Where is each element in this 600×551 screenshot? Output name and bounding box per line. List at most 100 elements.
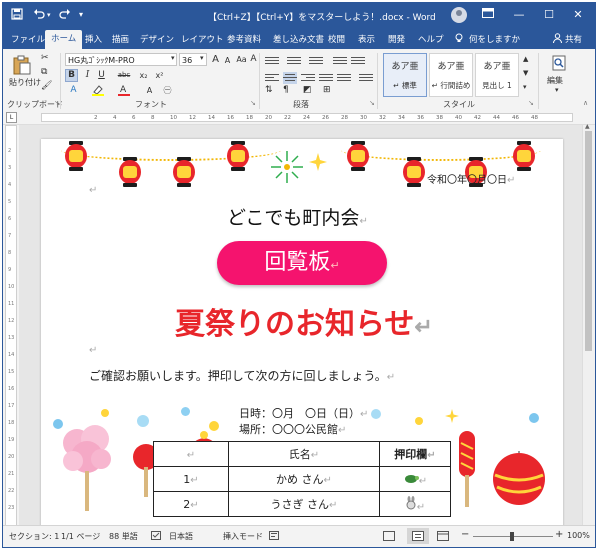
distributed-icon[interactable]	[337, 72, 351, 84]
editing-dropdown-icon[interactable]: ▾	[555, 86, 559, 94]
underline-button[interactable]: U	[95, 69, 108, 82]
find-icon[interactable]	[551, 55, 567, 74]
word-count[interactable]: 88 単語	[109, 531, 138, 542]
macro-record-icon[interactable]	[269, 531, 279, 542]
tab-draw[interactable]: 描画	[112, 33, 129, 45]
stamp-table[interactable]: ↵ 氏名↵ 押印欄↵ 1↵ かめ さん↵ ↵ 2↵ うさぎ さん↵ ↵	[153, 441, 451, 517]
scroll-up-icon[interactable]: ▲	[585, 123, 590, 130]
style-no-spacing[interactable]: あア亜 ↵ 行間詰め	[429, 53, 473, 97]
tab-file[interactable]: ファイル	[11, 33, 45, 45]
font-name-combobox[interactable]: HG丸ｺﾞｼｯｸM-PRO	[65, 53, 177, 66]
close-icon[interactable]: ✕	[569, 7, 587, 23]
focus-mode-icon[interactable]	[383, 531, 395, 543]
align-center-icon[interactable]	[283, 72, 297, 84]
tab-view[interactable]: 表示	[358, 33, 375, 45]
horizontal-ruler[interactable]: L 2 4 6 8 10 12 14 16 18 20 22 24 26 28 30 32 34 36 38 40 42…	[3, 111, 595, 125]
shading-icon[interactable]: ◩	[303, 85, 312, 95]
body-text[interactable]: ご確認お願いします。押印して次の方に回しましょう。↵	[89, 367, 395, 384]
font-color-icon[interactable]: A	[117, 84, 130, 97]
clipboard-launcher-icon[interactable]: ↘	[54, 99, 60, 107]
undo-icon[interactable]	[33, 8, 45, 23]
table-cell[interactable]: 1↵	[153, 466, 229, 492]
date-text[interactable]: 令和〇年〇月〇日↵	[427, 171, 515, 186]
maximize-icon[interactable]: ☐	[540, 7, 558, 23]
document-area[interactable]: 令和〇年〇月〇日↵ ↵ どこでも町内会↵ 回覧板↵ 夏祭りのお知らせ↵ ↵ ご確…	[19, 125, 585, 527]
avatar[interactable]	[451, 7, 467, 23]
tab-mailings[interactable]: 差し込み文書	[273, 33, 324, 45]
zoom-level[interactable]: 100%	[567, 531, 590, 540]
minimize-icon[interactable]: —	[510, 7, 528, 23]
shrink-font-button[interactable]: A	[221, 54, 234, 67]
font-launcher-icon[interactable]: ↘	[250, 99, 256, 107]
tab-insert[interactable]: 挿入	[85, 33, 102, 45]
cut-icon[interactable]: ✂	[41, 53, 49, 63]
table-header-cell[interactable]: 氏名↵	[228, 441, 380, 467]
text-effects-icon[interactable]: A	[67, 84, 80, 97]
document-page[interactable]: 令和〇年〇月〇日↵ ↵ どこでも町内会↵ 回覧板↵ 夏祭りのお知らせ↵ ↵ ご確…	[41, 139, 563, 527]
circular-badge[interactable]: 回覧板↵	[217, 241, 387, 285]
show-formatting-icon[interactable]: ¶	[283, 85, 289, 95]
tell-me-search[interactable]: 何をしますか	[469, 33, 520, 45]
editing-button[interactable]: 編集	[547, 75, 563, 86]
styles-more-icon[interactable]: ▾	[523, 83, 527, 91]
decrease-indent-icon[interactable]	[333, 55, 347, 67]
proofing-icon[interactable]	[151, 531, 161, 542]
styles-scroll-up-icon[interactable]: ▲	[523, 55, 528, 63]
collapse-ribbon-icon[interactable]: ∧	[583, 99, 588, 107]
zoom-in-button[interactable]: +	[555, 529, 563, 540]
zoom-slider-thumb[interactable]	[510, 532, 514, 541]
vertical-ruler[interactable]: 2 3 4 5 6 7 8 9 10 11 12 13 14 15 16 17 18 19 20 21 22 23	[5, 125, 17, 527]
org-name[interactable]: どこでも町内会↵	[227, 203, 368, 230]
align-right-icon[interactable]	[301, 72, 315, 84]
tab-help[interactable]: ヘルプ	[418, 33, 444, 45]
page-indicator[interactable]: 1/1 ページ	[61, 531, 100, 542]
multilevel-list-icon[interactable]	[309, 55, 323, 67]
tab-review[interactable]: 校閲	[328, 33, 345, 45]
bold-button[interactable]: B	[65, 69, 78, 82]
styles-launcher-icon[interactable]: ↘	[528, 99, 534, 107]
font-name-dropdown-icon[interactable]: ▾	[171, 54, 175, 62]
event-date[interactable]: 日時：〇月 〇日（日）↵	[239, 405, 368, 421]
italic-button[interactable]: I	[81, 69, 94, 82]
font-size-dropdown-icon[interactable]: ▾	[200, 54, 204, 62]
align-left-icon[interactable]	[265, 72, 279, 84]
ribbon-display-icon[interactable]	[479, 7, 497, 23]
tab-layout[interactable]: レイアウト	[181, 33, 224, 45]
tab-home[interactable]: ホーム	[45, 30, 83, 49]
style-normal[interactable]: あア亜 ↵ 標準	[383, 53, 427, 97]
language-indicator[interactable]: 日本語	[169, 531, 193, 542]
numbering-icon[interactable]	[287, 55, 301, 67]
table-header-cell[interactable]: ↵	[153, 441, 229, 467]
copy-icon[interactable]: ⧉	[41, 67, 47, 77]
paragraph-launcher-icon[interactable]: ↘	[369, 99, 375, 107]
paste-button[interactable]: 貼り付け	[9, 77, 41, 88]
line-spacing-icon[interactable]	[359, 72, 373, 84]
highlight-icon[interactable]	[91, 84, 104, 97]
share-button[interactable]: 共有	[565, 33, 582, 45]
increase-indent-icon[interactable]	[351, 55, 365, 67]
superscript-button[interactable]: x²	[153, 69, 166, 82]
table-cell[interactable]: 2↵	[153, 491, 229, 517]
format-painter-icon[interactable]: 🖌	[41, 81, 52, 91]
customize-qat-icon[interactable]: ▾	[79, 10, 83, 19]
table-cell[interactable]: ↵	[379, 491, 451, 517]
print-layout-icon[interactable]	[407, 528, 429, 544]
tab-references[interactable]: 参考資料	[227, 33, 261, 45]
tab-selector-icon[interactable]: L	[6, 112, 17, 123]
style-heading-1[interactable]: あア亜 見出し 1	[475, 53, 519, 97]
enclosed-char-icon[interactable]: ㊀	[161, 84, 174, 97]
redo-icon[interactable]	[59, 8, 71, 23]
tab-developer[interactable]: 開発	[388, 33, 405, 45]
table-header-cell[interactable]: 押印欄↵	[379, 441, 451, 467]
subscript-button[interactable]: x₂	[137, 69, 150, 82]
justify-icon[interactable]	[319, 72, 333, 84]
table-cell[interactable]: かめ さん↵	[228, 466, 380, 492]
web-layout-icon[interactable]	[437, 531, 449, 543]
tab-design[interactable]: デザイン	[140, 33, 174, 45]
section-indicator[interactable]: セクション: 1	[9, 531, 59, 542]
strikethrough-button[interactable]: abc	[115, 69, 133, 82]
bullets-icon[interactable]	[265, 55, 279, 67]
undo-dropdown-icon[interactable]: ▾	[47, 11, 51, 19]
char-shading-icon[interactable]: A	[143, 84, 156, 97]
sort-icon[interactable]: ⇅	[265, 85, 273, 95]
